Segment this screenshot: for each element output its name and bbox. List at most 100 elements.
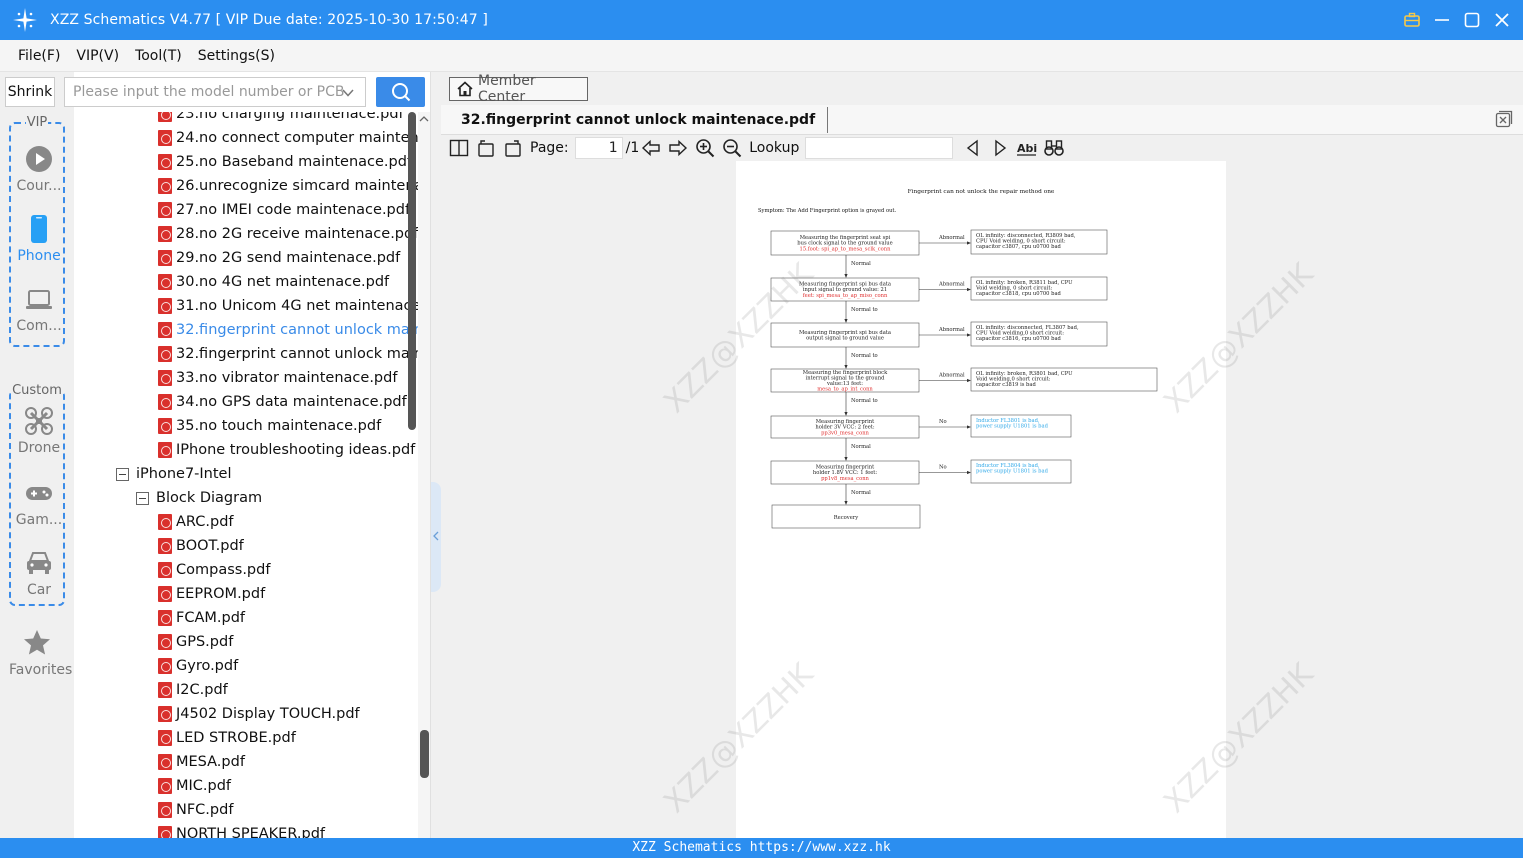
prev-page-icon[interactable] [641, 138, 661, 158]
rotate-right-icon[interactable] [503, 138, 523, 158]
flow-next-label: Normal to [851, 353, 878, 359]
nav-computer[interactable]: Com... [11, 284, 67, 334]
tree-file-item[interactable]: MIC.pdf [158, 774, 231, 798]
tree-item-label: 34.no GPS data maintenace.pdf [176, 394, 407, 410]
tree-file-item[interactable]: 23.no charging maintenace.pdf [158, 112, 404, 126]
nav-favorites[interactable]: Favorites [9, 628, 72, 678]
maximize-button[interactable] [1463, 11, 1481, 29]
tree-file-item[interactable]: 29.no 2G send maintenace.pdf [158, 246, 400, 270]
pdf-file-icon [158, 826, 172, 838]
nav-courses[interactable]: Cour... [11, 144, 67, 194]
tree-file-item[interactable]: Compass.pdf [158, 558, 270, 582]
tree-file-item[interactable]: EEPROM.pdf [158, 582, 265, 606]
menu-vip[interactable]: VIP(V) [76, 48, 119, 64]
pdf-viewer[interactable]: Fingerprint can not unlock the repair me… [441, 161, 1523, 838]
tree-file-item[interactable]: 27.no IMEI code maintenace.pdf [158, 198, 410, 222]
tree-file-item[interactable]: IPhone troubleshooting ideas.pdf [158, 438, 415, 462]
tree-file-item[interactable]: 30.no 4G net maintenace.pdf [158, 270, 389, 294]
menu-settings[interactable]: Settings(S) [198, 48, 275, 64]
tree-file-item[interactable]: J4502 Display TOUCH.pdf [158, 702, 360, 726]
tree-file-item[interactable]: 31.no Unicom 4G net maintenace.pdf [158, 294, 418, 318]
two-page-icon[interactable] [449, 138, 469, 158]
tree-file-item[interactable]: FCAM.pdf [158, 606, 245, 630]
tree-file-item[interactable]: MESA.pdf [158, 750, 245, 774]
tree-item-label: J4502 Display TOUCH.pdf [176, 706, 360, 722]
search-input[interactable]: Please input the model number or PCB [64, 77, 366, 107]
zoom-out-icon[interactable] [722, 138, 742, 158]
zoom-in-icon[interactable] [695, 138, 715, 158]
tree-file-item[interactable]: 28.no 2G receive maintenace.pdf [158, 222, 418, 246]
flow-final-text: Recovery [834, 515, 858, 521]
match-case-icon[interactable]: Abi [1017, 138, 1037, 158]
flow-step-net: pp3v0_mesa_conn [821, 430, 869, 436]
pdf-file-icon [158, 178, 172, 194]
nav-drone[interactable]: Drone [11, 406, 67, 456]
nav-phone[interactable]: Phone [11, 214, 67, 264]
tree-file-item[interactable]: 34.no GPS data maintenace.pdf [158, 390, 407, 414]
status-bar: XZZ Schematics https://www.xzz.hk [0, 838, 1523, 858]
flow-arrowhead [967, 287, 971, 292]
collapse-toggle-icon[interactable] [116, 467, 129, 481]
collapse-handle[interactable] [431, 482, 441, 592]
close-tab-icon[interactable] [1495, 110, 1513, 128]
tree-item-label: 23.no charging maintenace.pdf [176, 112, 404, 122]
next-page-icon[interactable] [668, 138, 688, 158]
tree-file-item[interactable]: 25.no Baseband maintenace.pdf [158, 150, 412, 174]
lookup-input[interactable] [805, 137, 954, 159]
flow-branch-label: Abnormal [938, 282, 965, 288]
tree-folder-item[interactable]: Block Diagram [136, 486, 262, 510]
tree-file-item[interactable]: GPS.pdf [158, 630, 233, 654]
menu-file[interactable]: File(F) [18, 48, 60, 64]
nav-computer-label: Com... [16, 318, 62, 334]
tree-file-item[interactable]: 35.no touch maintenace.pdf [158, 414, 381, 438]
tree-file-item[interactable]: 33.no vibrator maintenace.pdf [158, 366, 397, 390]
tree-file-item[interactable]: I2C.pdf [158, 678, 228, 702]
collapse-toggle-icon[interactable] [136, 491, 149, 505]
panel-splitter[interactable] [430, 72, 441, 838]
find-prev-icon[interactable] [963, 138, 983, 158]
shrink-button[interactable]: Shrink [5, 77, 55, 107]
tree-item-label: 32.fingerprint cannot unlock maintenace.… [176, 322, 418, 338]
search-button[interactable] [376, 77, 425, 107]
member-center-button[interactable]: Member Center [449, 73, 588, 105]
tree-item-label: IPhone troubleshooting ideas.pdf [176, 442, 416, 458]
minimize-button[interactable] [1433, 11, 1451, 29]
nav-favorites-label: Favorites [9, 662, 73, 678]
tree-file-item[interactable]: 24.no connect computer maintenance.pdf [158, 126, 418, 150]
nav-game[interactable]: Gam... [11, 478, 67, 528]
tree-file-item[interactable]: 32.fingerprint cannot unlock maintenace.… [158, 342, 418, 366]
scroll-up-icon[interactable] [419, 114, 429, 124]
tree-file-item[interactable]: 26.unrecognize simcard maintenace.pdf [158, 174, 418, 198]
flow-step-net: mesa_to_ap_int_conn [817, 387, 873, 393]
pdf-file-icon [158, 610, 172, 626]
tree-file-item[interactable]: LED STROBE.pdf [158, 726, 296, 750]
find-next-icon[interactable] [990, 138, 1010, 158]
flow-arrowhead [844, 274, 848, 278]
menu-tool[interactable]: Tool(T) [135, 48, 182, 64]
tree-scroll-thumb[interactable] [408, 112, 416, 430]
tree-file-item[interactable]: ARC.pdf [158, 510, 234, 534]
page-number-input[interactable]: 1 [574, 137, 623, 159]
pdf-file-icon [158, 514, 172, 530]
tab-document[interactable]: 32.fingerprint cannot unlock maintenace.… [449, 107, 829, 133]
tree-file-item[interactable]: NFC.pdf [158, 798, 233, 822]
app-logo-icon [12, 7, 38, 33]
flow-next-label: Normal [851, 261, 871, 267]
close-button[interactable] [1493, 11, 1511, 29]
menu-bar: File(F) VIP(V) Tool(T) Settings(S) [0, 40, 1523, 72]
tree-file-item[interactable]: NORTH SPEAKER.pdf [158, 822, 325, 838]
tree-item-label: Gyro.pdf [176, 658, 239, 674]
tree-file-item[interactable]: BOOT.pdf [158, 534, 244, 558]
tree-file-item[interactable]: Gyro.pdf [158, 654, 238, 678]
tree-scroll-thumb-lower[interactable] [420, 730, 429, 778]
binoculars-icon[interactable] [1044, 138, 1065, 158]
vip-briefcase-icon[interactable] [1403, 11, 1421, 29]
tree-folder-item[interactable]: iPhone7-Intel [116, 462, 232, 486]
chevron-down-icon[interactable] [341, 86, 355, 100]
rotate-left-icon[interactable] [476, 138, 496, 158]
flow-step-text: output signal to ground value [806, 336, 884, 342]
flow-next-label: Normal [851, 490, 871, 496]
tree-file-item[interactable]: 32.fingerprint cannot unlock maintenace.… [158, 318, 418, 342]
nav-car[interactable]: Car [11, 548, 67, 598]
nav-game-label: Gam... [15, 512, 63, 528]
